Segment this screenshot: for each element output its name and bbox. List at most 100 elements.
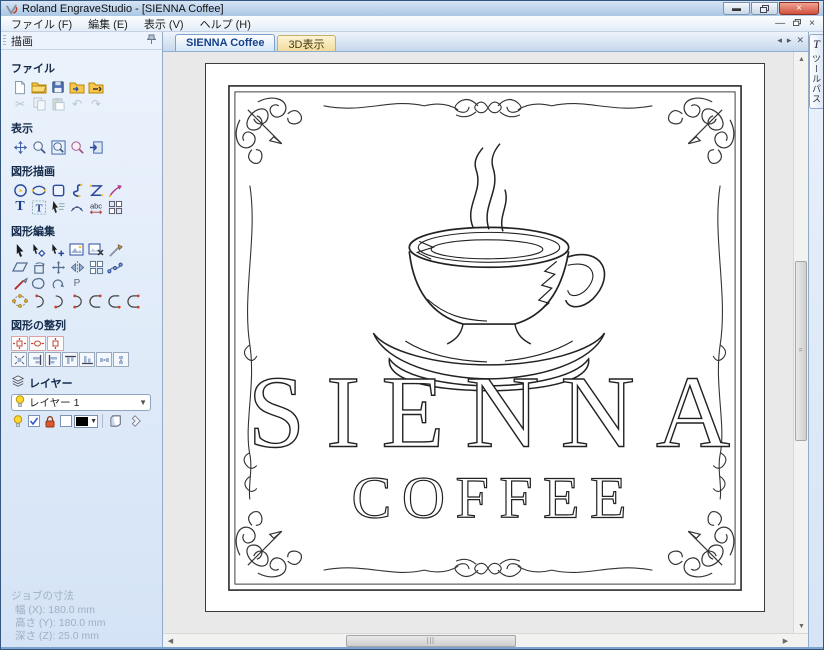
align-page-center-icon[interactable] — [11, 352, 27, 367]
tab-3d-view[interactable]: 3D表示 — [277, 35, 335, 51]
export-file-icon[interactable] — [87, 79, 105, 95]
layer-merge-icon[interactable] — [126, 413, 144, 429]
text-select-icon[interactable] — [49, 199, 67, 215]
tab-document[interactable]: SIENNA Coffee — [175, 34, 275, 51]
corner-tool-1-icon[interactable] — [87, 293, 105, 309]
import-file-icon[interactable] — [68, 79, 86, 95]
layer-color-swatch[interactable]: ▼ — [74, 415, 98, 428]
menu-help[interactable]: ヘルプ (H) — [192, 15, 259, 33]
scroll-left-icon[interactable]: ◀ — [163, 634, 178, 648]
corner-tool-3-icon[interactable] — [125, 293, 143, 309]
mdi-close-icon[interactable]: × — [809, 19, 815, 29]
minimize-button[interactable]: ▬ — [723, 2, 750, 15]
image-delete-icon[interactable] — [87, 242, 105, 258]
path-node-icon[interactable] — [106, 259, 124, 275]
scroll-right-icon[interactable]: ▶ — [778, 634, 793, 648]
arc-tool-1-icon[interactable] — [30, 293, 48, 309]
combine-tool-icon[interactable] — [49, 276, 67, 292]
node-edit-icon[interactable] — [30, 242, 48, 258]
text-tool-icon[interactable]: T — [11, 199, 29, 215]
weld-tool-icon[interactable] — [30, 276, 48, 292]
text-kerning-icon[interactable]: abc — [87, 199, 105, 215]
layer-dropdown[interactable]: レイヤー 1 ▼ — [11, 394, 151, 411]
horizontal-scrollbar-row: ◀ ||| ▶ — [163, 633, 808, 648]
zoom-in-icon[interactable] — [30, 139, 48, 155]
freehand-tool-icon[interactable] — [106, 182, 124, 198]
arc-tool-2-icon[interactable] — [49, 293, 67, 309]
undo-icon[interactable]: ↶ — [68, 96, 86, 112]
engraving-design: SIENNA COFFEE — [206, 64, 764, 611]
layer-editable-checkbox[interactable] — [26, 413, 41, 429]
new-file-icon[interactable] — [11, 79, 29, 95]
zoom-window-icon[interactable] — [49, 139, 67, 155]
rectangle-tool-icon[interactable] — [49, 182, 67, 198]
menu-view[interactable]: 表示 (V) — [136, 15, 192, 33]
edit-icons-row-3: P — [11, 276, 158, 292]
circle-tool-icon[interactable] — [11, 182, 29, 198]
move-tool-icon[interactable] — [49, 259, 67, 275]
textbox-tool-icon[interactable]: T — [30, 199, 48, 215]
open-file-icon[interactable] — [30, 79, 48, 95]
horizontal-scrollbar[interactable]: ◀ ||| ▶ — [163, 634, 793, 648]
move-select-icon[interactable] — [49, 242, 67, 258]
mdi-minimize-icon[interactable]: — — [775, 19, 785, 29]
select-tool-icon[interactable] — [11, 242, 29, 258]
horizontal-scroll-thumb[interactable]: ||| — [346, 635, 516, 647]
spline-tool-icon[interactable] — [68, 182, 86, 198]
pattern-tool-icon[interactable] — [106, 199, 124, 215]
tab-scroll-left-icon[interactable]: ◂ — [777, 36, 782, 45]
redo-icon[interactable]: ↷ — [87, 96, 105, 112]
restore-button[interactable] — [751, 2, 778, 15]
image-import-icon[interactable] — [68, 242, 86, 258]
vertical-scrollbar[interactable]: ▲ = ▼ — [793, 52, 808, 633]
skew-tool-icon[interactable] — [11, 259, 29, 275]
arc-tool-3-icon[interactable] — [68, 293, 86, 309]
cut-icon[interactable]: ✂ — [11, 96, 29, 112]
tab-scroll-right-icon[interactable]: ▸ — [787, 36, 792, 45]
scroll-down-icon[interactable]: ▼ — [794, 619, 808, 633]
vertical-scroll-thumb[interactable]: = — [795, 261, 807, 441]
rotate-tool-icon[interactable] — [30, 259, 48, 275]
array-tool-icon[interactable] — [87, 259, 105, 275]
polyline-tool-icon[interactable] — [87, 182, 105, 198]
mirror-tool-icon[interactable] — [68, 259, 86, 275]
layer-select-checkbox[interactable] — [58, 413, 73, 429]
layer-flip-icon[interactable] — [107, 413, 125, 429]
save-file-icon[interactable] — [49, 79, 67, 95]
node-select-icon[interactable] — [11, 293, 29, 309]
pan-icon[interactable] — [11, 139, 29, 155]
menu-file[interactable]: ファイル (F) — [3, 15, 80, 33]
align-right-icon[interactable] — [28, 352, 44, 367]
panel-pin-icon[interactable] — [147, 34, 156, 48]
center-vertical-icon[interactable] — [47, 336, 64, 351]
zoom-previous-icon[interactable] — [68, 139, 86, 155]
design-page[interactable]: SIENNA COFFEE — [205, 63, 765, 612]
canvas-viewport[interactable]: SIENNA COFFEE ▲ = ▼ — [163, 52, 808, 633]
copy-icon[interactable] — [30, 96, 48, 112]
close-button[interactable]: × — [779, 2, 819, 15]
panel-grip[interactable] — [3, 35, 6, 47]
convert-node-icon[interactable]: P — [68, 276, 86, 292]
scroll-up-icon[interactable]: ▲ — [794, 52, 808, 66]
layer-lock-icon[interactable] — [42, 413, 57, 429]
trim-tool-icon[interactable] — [11, 276, 29, 292]
space-vertical-icon[interactable] — [113, 352, 129, 367]
space-horizontal-icon[interactable] — [96, 352, 112, 367]
center-horizontal-icon[interactable] — [29, 336, 46, 351]
center-in-page-icon[interactable] — [11, 336, 28, 351]
toolpath-panel-tab[interactable]: T ツールパス — [809, 34, 823, 109]
mdi-restore-icon[interactable] — [793, 19, 801, 29]
measure-tool-icon[interactable] — [106, 242, 124, 258]
text-on-arc-icon[interactable] — [68, 199, 86, 215]
menu-edit[interactable]: 編集 (E) — [80, 15, 136, 33]
layer-visibility-icon[interactable] — [11, 413, 25, 429]
align-bottom-icon[interactable] — [79, 352, 95, 367]
align-top-icon[interactable] — [62, 352, 78, 367]
paste-icon[interactable] — [49, 96, 67, 112]
tab-close-icon[interactable]: ✕ — [796, 36, 804, 45]
align-left-icon[interactable] — [45, 352, 61, 367]
corner-tool-2-icon[interactable] — [106, 293, 124, 309]
fit-to-window-icon[interactable] — [87, 139, 105, 155]
menubar: ファイル (F) 編集 (E) 表示 (V) ヘルプ (H) — × — [1, 16, 823, 32]
ellipse-tool-icon[interactable] — [30, 182, 48, 198]
